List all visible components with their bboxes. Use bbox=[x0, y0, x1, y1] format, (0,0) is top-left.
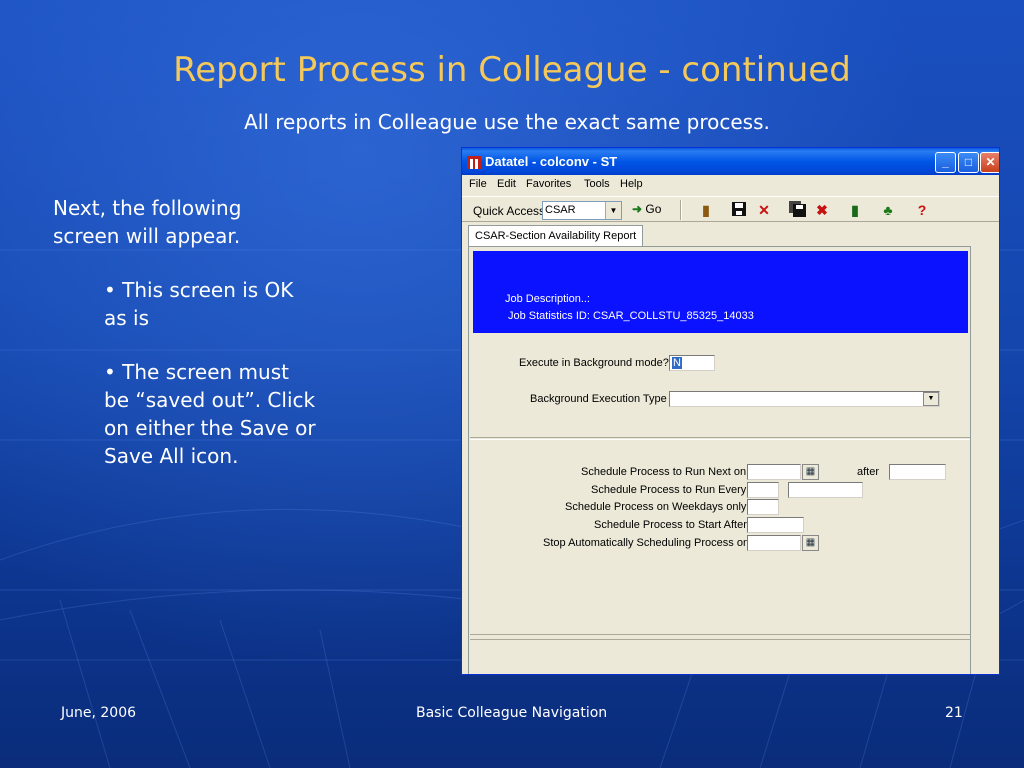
menu-file[interactable]: File bbox=[469, 178, 487, 190]
save-all-icon[interactable] bbox=[789, 201, 807, 219]
schedule-section: Schedule Process to Run Next on ▦ after … bbox=[470, 439, 970, 635]
schedule-next-label: Schedule Process to Run Next on bbox=[581, 466, 747, 478]
tree-icon[interactable]: ♣ bbox=[879, 201, 897, 219]
bullet-line: as is bbox=[104, 306, 150, 330]
go-button[interactable]: ➜ Go bbox=[632, 202, 661, 216]
footer-page-number: 21 bbox=[945, 705, 963, 721]
background-section: Execute in Background mode? N Background… bbox=[470, 335, 970, 438]
scrollbar-area[interactable] bbox=[972, 246, 999, 674]
start-after-field[interactable] bbox=[747, 517, 804, 533]
job-statistics-row: Job Statistics ID: CSAR_COLLSTU_85325_14… bbox=[508, 310, 754, 322]
minimize-button[interactable]: _ bbox=[935, 152, 956, 173]
job-description-label: Job Description..: bbox=[505, 293, 590, 305]
footer-section bbox=[470, 639, 970, 674]
schedule-every-count-field[interactable] bbox=[747, 482, 779, 498]
bullet-ok: • This screen is OK as is bbox=[104, 276, 293, 332]
chevron-down-icon[interactable]: ▼ bbox=[923, 392, 939, 406]
after-label: after bbox=[857, 466, 880, 478]
background-type-select[interactable] bbox=[669, 391, 940, 407]
intro-text: Next, the following screen will appear. bbox=[53, 194, 241, 250]
start-after-label: Schedule Process to Start After bbox=[594, 519, 747, 531]
bullet-line: • The screen must bbox=[104, 360, 289, 384]
calendar-icon[interactable]: ▦ bbox=[802, 464, 819, 480]
report-panel: Job Description..: Job Statistics ID: CS… bbox=[468, 246, 971, 674]
quick-access-combo[interactable]: CSAR ▼ bbox=[542, 201, 622, 220]
cancel-all-icon[interactable]: ✖ bbox=[813, 201, 831, 219]
job-header: Job Description..: Job Statistics ID: CS… bbox=[473, 251, 968, 333]
bullet-line: • This screen is OK bbox=[104, 278, 294, 302]
bullet-line: on either the Save or bbox=[104, 416, 316, 440]
exit-icon[interactable]: ▮ bbox=[697, 201, 715, 219]
slide-subtitle: All reports in Colleague use the exact s… bbox=[244, 110, 770, 134]
menu-favorites[interactable]: Favorites bbox=[526, 178, 571, 190]
bullet-save: • The screen must be “saved out”. Click … bbox=[104, 358, 316, 470]
trash-icon[interactable]: ▮ bbox=[846, 201, 864, 219]
job-statistics-label: Job Statistics ID: bbox=[508, 310, 590, 322]
footer-date: June, 2006 bbox=[61, 705, 137, 721]
execute-background-label: Execute in Background mode? bbox=[519, 357, 669, 369]
toolbar: Quick Access CSAR ▼ ➜ Go ▮ ✕ ✖ ▮ ♣ ? bbox=[462, 196, 999, 222]
calendar-icon[interactable]: ▦ bbox=[802, 535, 819, 551]
job-statistics-value: CSAR_COLLSTU_85325_14033 bbox=[592, 310, 754, 322]
window-title: Datatel - colconv - ST bbox=[485, 154, 618, 169]
quick-access-value[interactable]: CSAR bbox=[545, 204, 576, 216]
stop-scheduling-date-field[interactable] bbox=[747, 535, 801, 551]
intro-line: screen will appear. bbox=[53, 224, 241, 248]
go-arrow-icon: ➜ bbox=[632, 202, 643, 216]
toolbar-separator bbox=[680, 200, 682, 220]
tab-csar-report[interactable]: CSAR-Section Availability Report bbox=[468, 225, 644, 247]
save-icon[interactable] bbox=[730, 201, 748, 219]
datatel-window: Datatel - colconv - ST _ □ ✕ File Edit F… bbox=[461, 147, 1000, 675]
maximize-button[interactable]: □ bbox=[958, 152, 979, 173]
slide-title: Report Process in Colleague - continued bbox=[173, 50, 851, 90]
footer-center: Basic Colleague Navigation bbox=[416, 705, 608, 721]
help-icon[interactable]: ? bbox=[913, 201, 931, 219]
schedule-after-time-field[interactable] bbox=[889, 464, 946, 480]
bullet-line: Save All icon. bbox=[104, 444, 239, 468]
schedule-every-unit-field[interactable] bbox=[788, 482, 863, 498]
schedule-every-label: Schedule Process to Run Every bbox=[591, 484, 747, 496]
intro-line: Next, the following bbox=[53, 196, 242, 220]
menu-bar: File Edit Favorites Tools Help bbox=[462, 175, 999, 195]
execute-background-value[interactable]: N bbox=[672, 357, 682, 369]
bullet-line: be “saved out”. Click bbox=[104, 388, 316, 412]
close-button[interactable]: ✕ bbox=[980, 152, 999, 173]
datatel-app-icon bbox=[467, 156, 481, 169]
background-type-label: Background Execution Type bbox=[530, 393, 667, 405]
menu-tools[interactable]: Tools bbox=[584, 178, 610, 190]
title-bar[interactable]: Datatel - colconv - ST _ □ ✕ bbox=[462, 148, 999, 175]
stop-scheduling-label: Stop Automatically Scheduling Process on bbox=[543, 537, 750, 549]
weekdays-field[interactable] bbox=[747, 499, 779, 515]
quick-access-label: Quick Access bbox=[473, 204, 546, 218]
schedule-next-date-field[interactable] bbox=[747, 464, 801, 480]
menu-help[interactable]: Help bbox=[620, 178, 643, 190]
weekdays-label: Schedule Process on Weekdays only bbox=[565, 501, 747, 513]
go-label: Go bbox=[645, 202, 662, 216]
chevron-down-icon[interactable]: ▼ bbox=[605, 202, 621, 219]
tab-strip: CSAR-Section Availability Report bbox=[462, 223, 999, 247]
menu-edit[interactable]: Edit bbox=[497, 178, 516, 190]
execute-background-field[interactable]: N bbox=[669, 355, 715, 371]
cancel-icon[interactable]: ✕ bbox=[755, 201, 773, 219]
